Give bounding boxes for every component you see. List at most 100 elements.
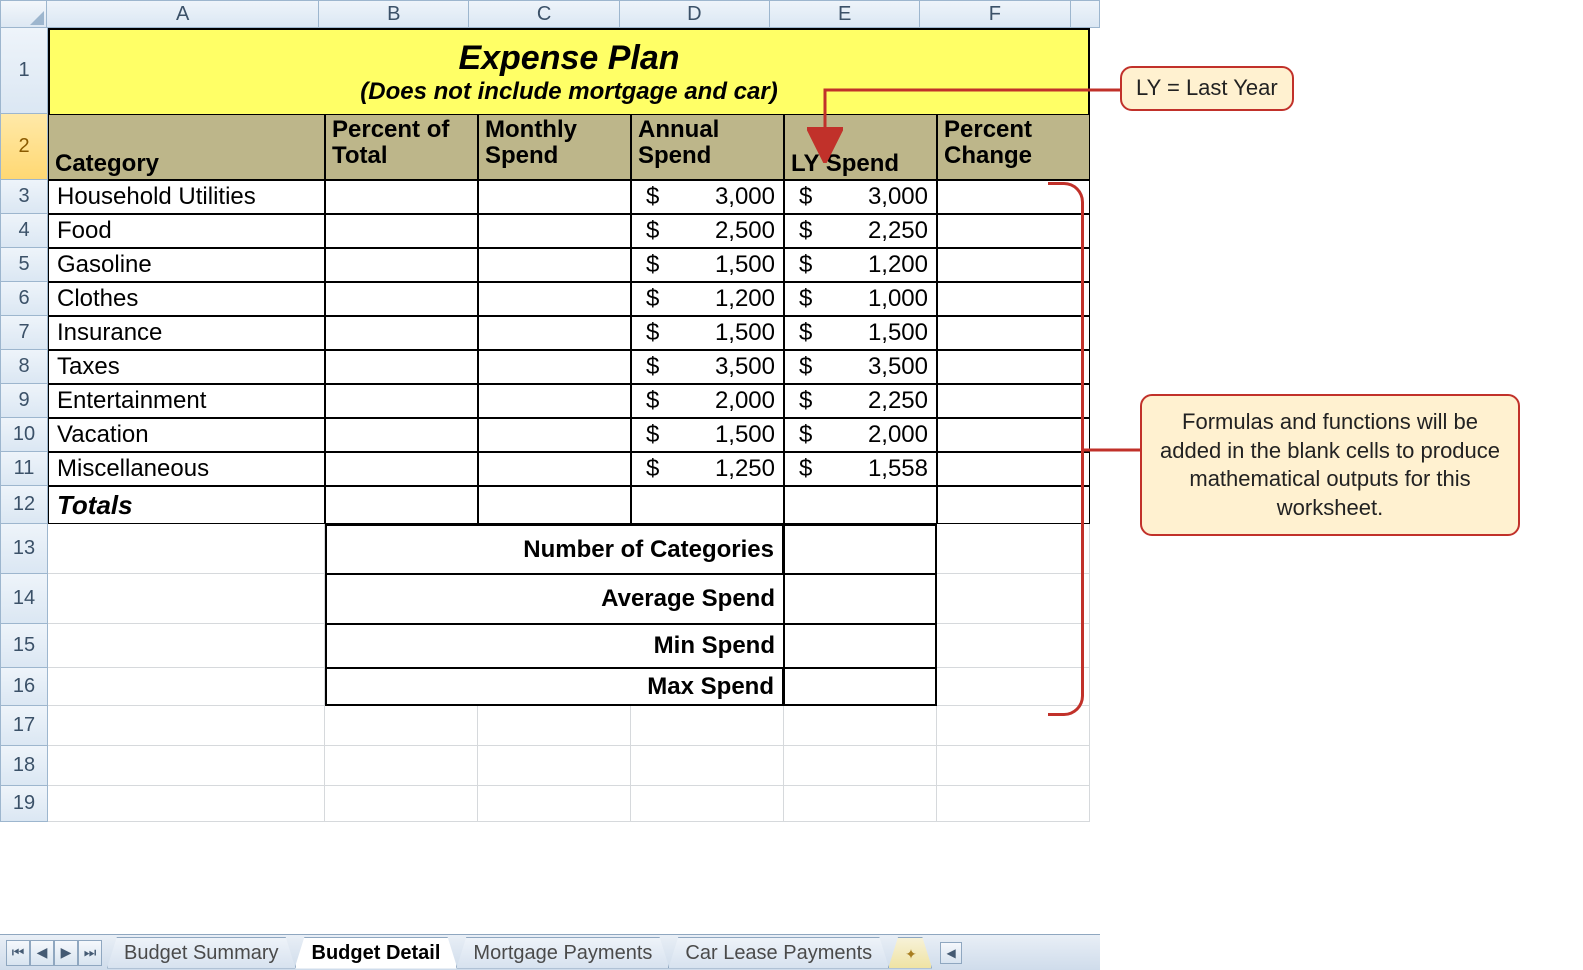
- cell-B18[interactable]: [325, 746, 478, 786]
- cell-category-6[interactable]: Clothes: [48, 282, 325, 316]
- col-header-C[interactable]: C: [469, 0, 619, 28]
- col-header-G[interactable]: [1071, 0, 1100, 28]
- cell-annual-10[interactable]: $1,500: [631, 418, 784, 452]
- cell-C7[interactable]: [478, 316, 631, 350]
- row-header-14[interactable]: 14: [0, 574, 48, 624]
- row-header-3[interactable]: 3: [0, 180, 48, 214]
- cell-B19[interactable]: [325, 786, 478, 822]
- cell-category-3[interactable]: Household Utilities: [48, 180, 325, 214]
- tab-car-lease-payments[interactable]: Car Lease Payments: [668, 937, 889, 969]
- select-all-corner[interactable]: [0, 0, 47, 28]
- cell-annual-8[interactable]: $3,500: [631, 350, 784, 384]
- cell-ly-5[interactable]: $1,200: [784, 248, 937, 282]
- cell-ly-9[interactable]: $2,250: [784, 384, 937, 418]
- tab-budget-detail[interactable]: Budget Detail: [295, 937, 458, 969]
- cell-annual-11[interactable]: $1,250: [631, 452, 784, 486]
- tab-nav-first[interactable]: ⏮: [6, 940, 30, 966]
- cell-ly-10[interactable]: $2,000: [784, 418, 937, 452]
- header-percent-total[interactable]: Percent of Total: [325, 114, 478, 180]
- col-header-D[interactable]: D: [620, 0, 770, 28]
- cell-A17[interactable]: [48, 706, 325, 746]
- stat-label-max[interactable]: Max Spend: [325, 668, 784, 706]
- cell-category-11[interactable]: Miscellaneous: [48, 452, 325, 486]
- row-header-12[interactable]: 12: [0, 486, 48, 524]
- cell-B8[interactable]: [325, 350, 478, 384]
- row-header-2[interactable]: 2: [0, 114, 48, 180]
- header-category[interactable]: Category: [48, 114, 325, 180]
- cell-category-9[interactable]: Entertainment: [48, 384, 325, 418]
- stat-label-numcat[interactable]: Number of Categories: [325, 524, 784, 574]
- row-header-16[interactable]: 16: [0, 668, 48, 706]
- stat-label-avg[interactable]: Average Spend: [325, 574, 784, 624]
- cell-B11[interactable]: [325, 452, 478, 486]
- cell-ly-7[interactable]: $1,500: [784, 316, 937, 350]
- cell-A14[interactable]: [48, 574, 325, 624]
- row-header-5[interactable]: 5: [0, 248, 48, 282]
- cell-E18[interactable]: [784, 746, 937, 786]
- cell-C12[interactable]: [478, 486, 631, 524]
- cell-E19[interactable]: [784, 786, 937, 822]
- cell-C8[interactable]: [478, 350, 631, 384]
- stat-value-avg[interactable]: [784, 574, 937, 624]
- row-header-11[interactable]: 11: [0, 452, 48, 486]
- cell-F19[interactable]: [937, 786, 1090, 822]
- cell-B4[interactable]: [325, 214, 478, 248]
- row-header-8[interactable]: 8: [0, 350, 48, 384]
- cell-B7[interactable]: [325, 316, 478, 350]
- cell-B9[interactable]: [325, 384, 478, 418]
- cell-ly-6[interactable]: $1,000: [784, 282, 937, 316]
- cell-D18[interactable]: [631, 746, 784, 786]
- cell-B10[interactable]: [325, 418, 478, 452]
- row-header-1[interactable]: 1: [0, 28, 48, 114]
- cell-ly-8[interactable]: $3,500: [784, 350, 937, 384]
- cell-annual-3[interactable]: $3,000: [631, 180, 784, 214]
- cell-ly-3[interactable]: $3,000: [784, 180, 937, 214]
- tab-mortgage-payments[interactable]: Mortgage Payments: [456, 937, 669, 969]
- scroll-left-button[interactable]: ◀: [940, 942, 962, 964]
- new-sheet-tab[interactable]: ✦: [888, 937, 932, 969]
- cell-C17[interactable]: [478, 706, 631, 746]
- cell-annual-6[interactable]: $1,200: [631, 282, 784, 316]
- cell-B5[interactable]: [325, 248, 478, 282]
- stat-value-max[interactable]: [784, 668, 937, 706]
- stat-label-min[interactable]: Min Spend: [325, 624, 784, 668]
- cell-ly-11[interactable]: $1,558: [784, 452, 937, 486]
- cell-annual-7[interactable]: $1,500: [631, 316, 784, 350]
- tab-budget-summary[interactable]: Budget Summary: [107, 937, 296, 969]
- cell-C19[interactable]: [478, 786, 631, 822]
- cell-A16[interactable]: [48, 668, 325, 706]
- cell-C4[interactable]: [478, 214, 631, 248]
- cell-C11[interactable]: [478, 452, 631, 486]
- row-header-19[interactable]: 19: [0, 786, 48, 822]
- cell-A13[interactable]: [48, 524, 325, 574]
- stat-value-min[interactable]: [784, 624, 937, 668]
- cell-A18[interactable]: [48, 746, 325, 786]
- cell-C3[interactable]: [478, 180, 631, 214]
- cell-C10[interactable]: [478, 418, 631, 452]
- header-monthly-spend[interactable]: Monthly Spend: [478, 114, 631, 180]
- cell-E17[interactable]: [784, 706, 937, 746]
- cell-C5[interactable]: [478, 248, 631, 282]
- row-header-10[interactable]: 10: [0, 418, 48, 452]
- horizontal-scrollbar[interactable]: ◀: [932, 942, 1100, 964]
- row-header-7[interactable]: 7: [0, 316, 48, 350]
- tab-nav-last[interactable]: ⏭: [78, 940, 102, 966]
- tab-nav-next[interactable]: ▶: [54, 940, 78, 966]
- cell-C6[interactable]: [478, 282, 631, 316]
- cell-category-10[interactable]: Vacation: [48, 418, 325, 452]
- cell-E12[interactable]: [784, 486, 937, 524]
- cell-C18[interactable]: [478, 746, 631, 786]
- cell-annual-5[interactable]: $1,500: [631, 248, 784, 282]
- cell-B3[interactable]: [325, 180, 478, 214]
- cell-A19[interactable]: [48, 786, 325, 822]
- row-header-13[interactable]: 13: [0, 524, 48, 574]
- cell-ly-4[interactable]: $2,250: [784, 214, 937, 248]
- row-header-9[interactable]: 9: [0, 384, 48, 418]
- cell-A15[interactable]: [48, 624, 325, 668]
- stat-value-numcat[interactable]: [784, 524, 937, 574]
- cell-category-8[interactable]: Taxes: [48, 350, 325, 384]
- cell-B17[interactable]: [325, 706, 478, 746]
- row-header-6[interactable]: 6: [0, 282, 48, 316]
- col-header-B[interactable]: B: [319, 0, 469, 28]
- row-header-15[interactable]: 15: [0, 624, 48, 668]
